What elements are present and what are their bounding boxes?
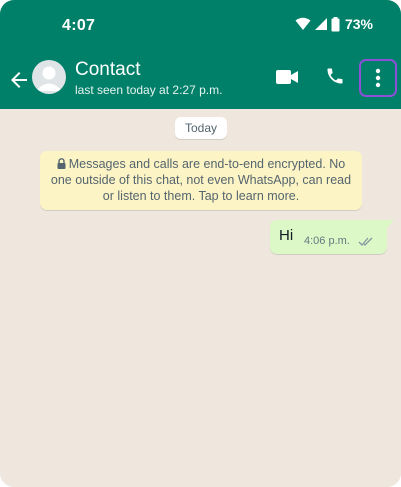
contact-name[interactable]: Contact	[75, 59, 140, 81]
signal-icon	[314, 18, 327, 30]
bubble-tail	[386, 220, 394, 229]
phone-icon[interactable]	[325, 66, 345, 86]
wifi-icon	[295, 17, 311, 30]
battery-percent: 73%	[344, 16, 373, 32]
message-time: 4:06 p.m.	[304, 235, 350, 247]
avatar[interactable]	[32, 60, 66, 94]
battery-icon	[331, 16, 340, 31]
avatar-icon	[36, 66, 62, 91]
more-options-button[interactable]	[359, 59, 397, 97]
more-vert-icon	[375, 68, 381, 88]
back-arrow-icon[interactable]	[7, 68, 31, 92]
video-call-icon[interactable]	[276, 69, 298, 85]
encryption-notice-text: Messages and calls are end-to-end encryp…	[50, 157, 352, 203]
message-list[interactable]: Today Messages and calls are end-to-end …	[0, 109, 401, 487]
status-bar: 4:07 73%	[0, 0, 401, 52]
status-time: 4:07	[62, 17, 96, 34]
whatsapp-chat-screen: 4:07 73% Contact last seen today at 2:27…	[0, 0, 401, 487]
double-check-icon	[358, 237, 373, 246]
last-seen-status: last seen today at 2:27 p.m.	[75, 83, 223, 97]
date-chip: Today	[175, 117, 227, 139]
encryption-notice[interactable]: Messages and calls are end-to-end encryp…	[40, 151, 362, 210]
status-icons: 73%	[295, 16, 373, 32]
lock-icon	[57, 158, 66, 169]
outgoing-message-bubble[interactable]: Hi 4:06 p.m.	[270, 220, 394, 254]
chat-header: Contact last seen today at 2:27 p.m.	[0, 52, 401, 109]
message-text: Hi	[279, 227, 294, 244]
